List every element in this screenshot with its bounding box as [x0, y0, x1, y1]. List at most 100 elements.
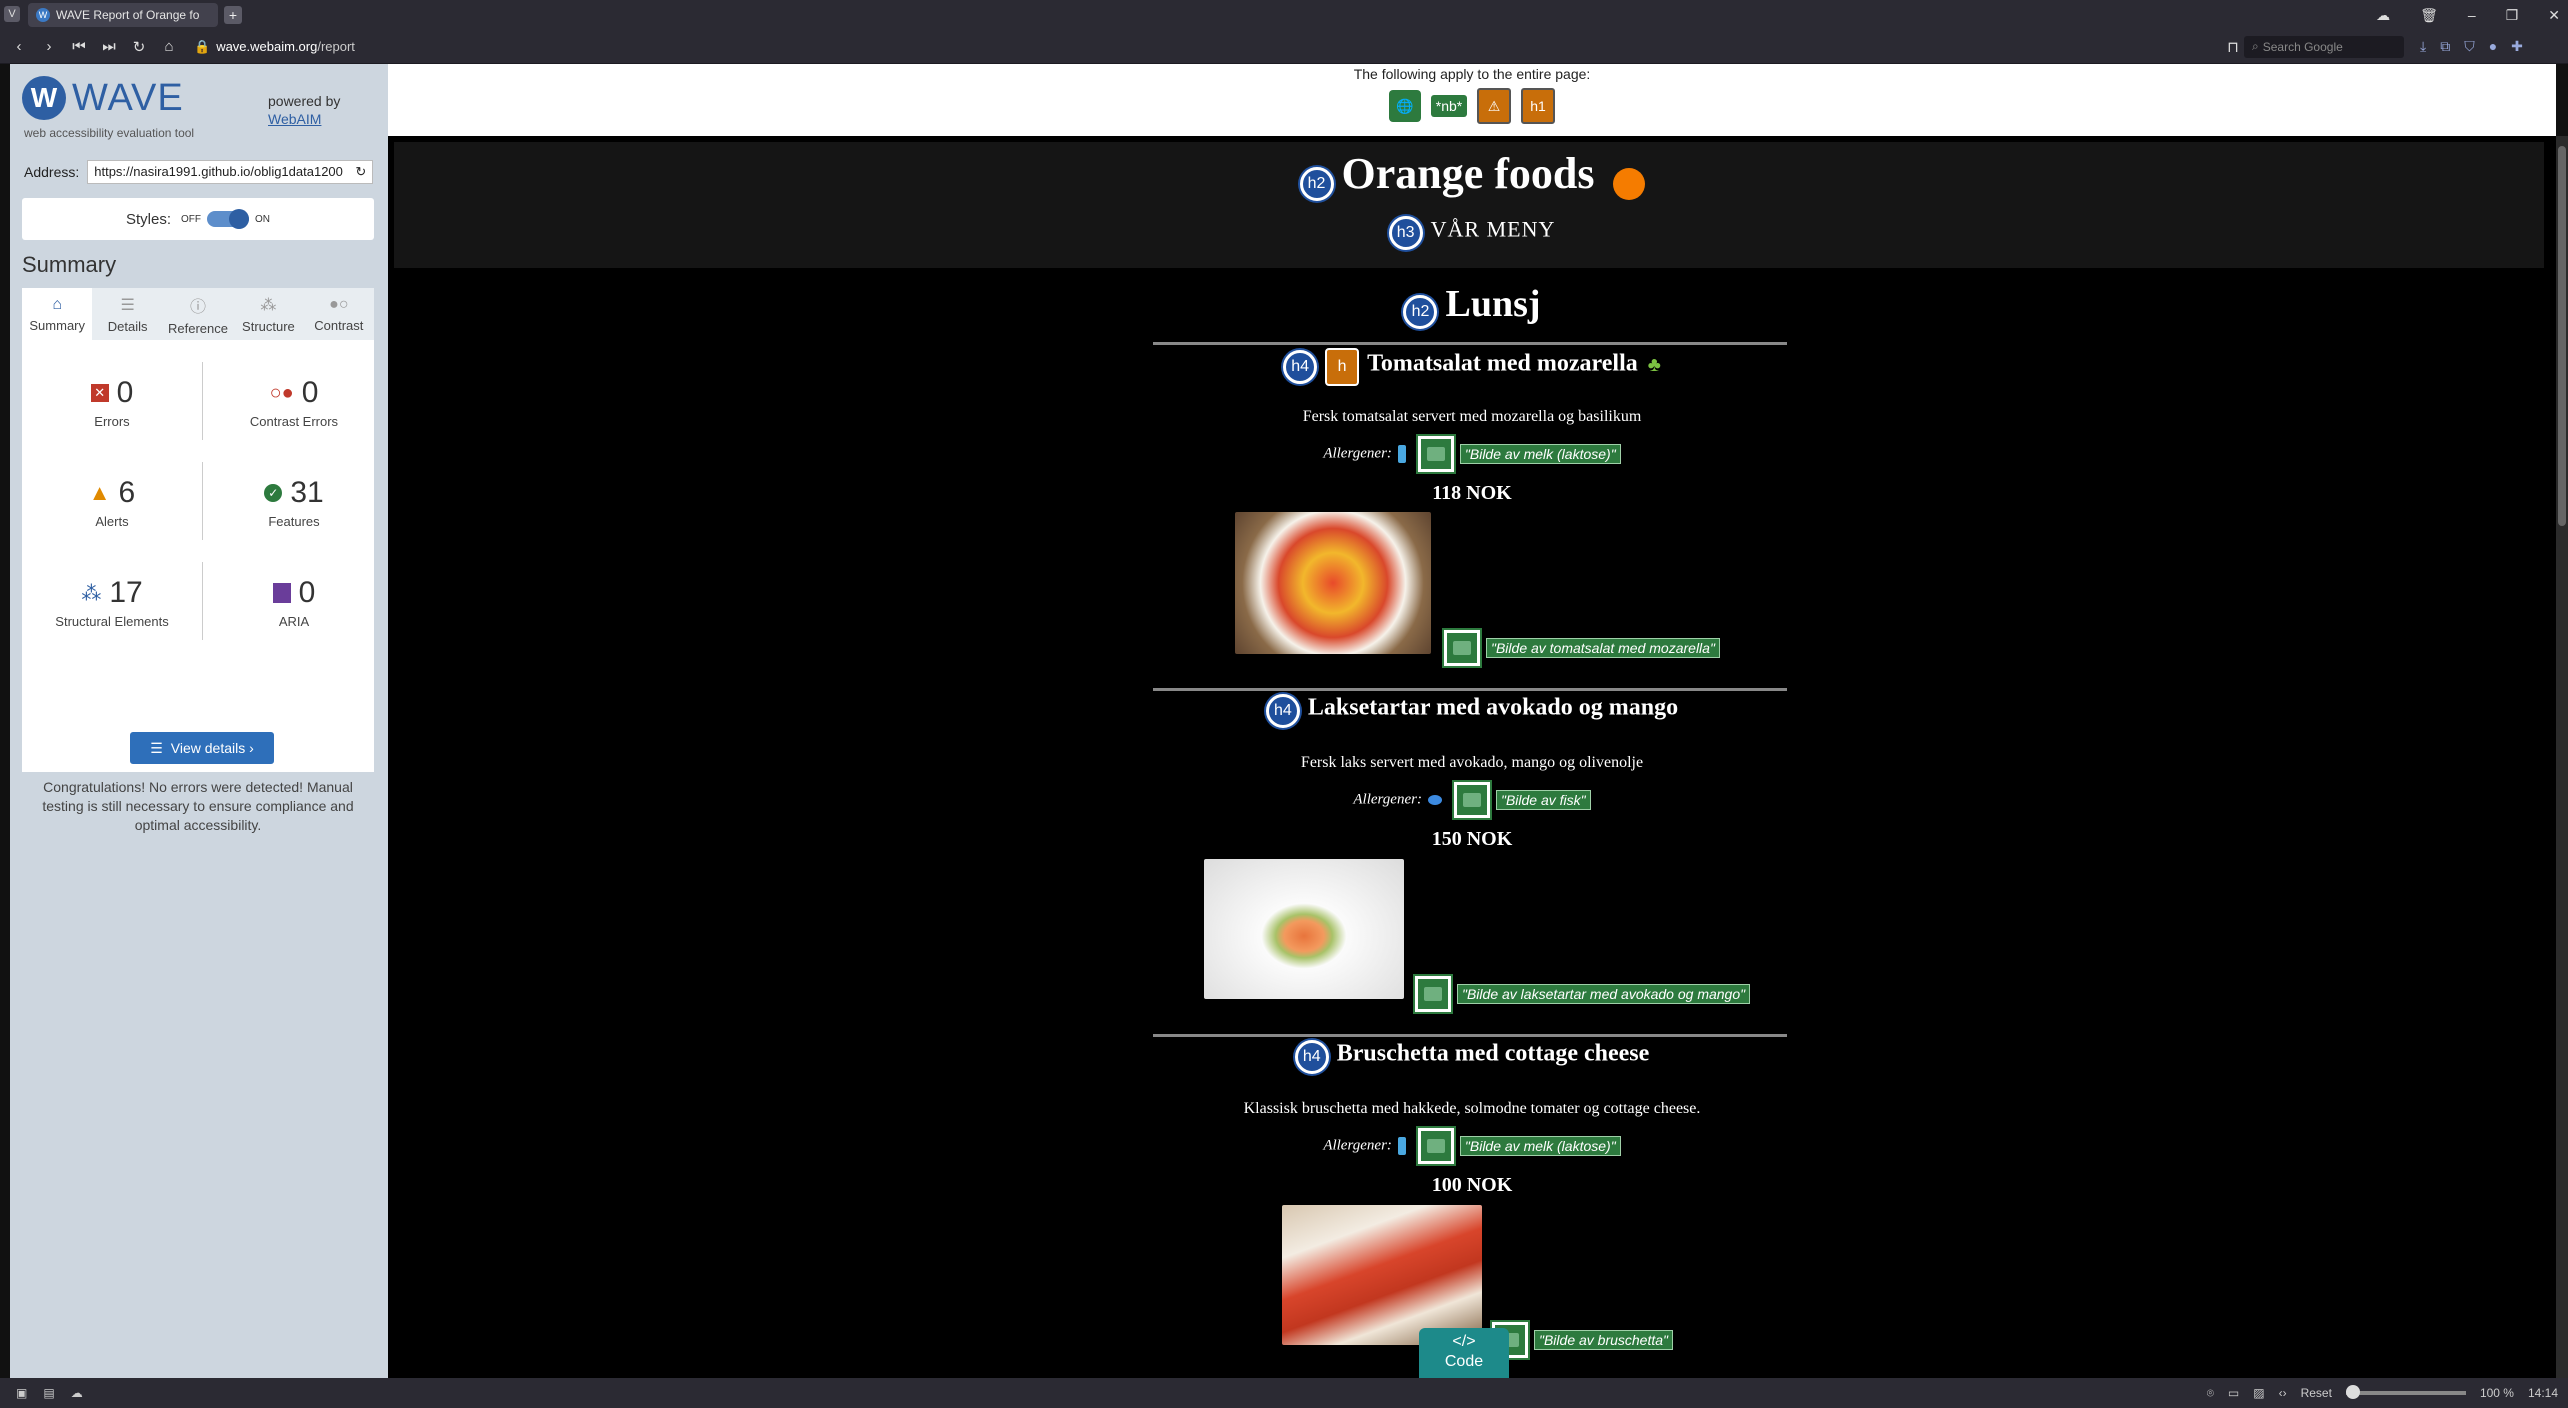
code-button[interactable]: </> Code	[1419, 1328, 1509, 1378]
address-label: Address:	[24, 164, 80, 180]
page-alert-icon[interactable]: ⚠	[1477, 88, 1511, 124]
first-icon[interactable]: ⏮	[68, 38, 90, 55]
refresh-icon[interactable]: ↻	[355, 164, 366, 180]
tab-details[interactable]: ☰ Details	[92, 288, 162, 340]
url-bar[interactable]: 🔒 wave.webaim.org/report	[194, 39, 2214, 55]
allergen-label: Allergener:	[1353, 791, 1422, 808]
stat-alerts: ▲ 6 Alerts	[32, 476, 192, 529]
menu-item-desc: Fersk laks servert med avokado, mango og…	[1300, 754, 1644, 771]
image-feature-icon[interactable]	[1415, 976, 1451, 1012]
image-alt-row: "Bilde av laksetartar med avokado og man…	[1409, 976, 1751, 1012]
h2-badge[interactable]: h2	[1299, 167, 1334, 202]
extensions-icon[interactable]: ✚	[2511, 38, 2523, 55]
cloud-icon[interactable]: ☁	[2376, 7, 2390, 24]
back-icon[interactable]: ‹	[8, 38, 30, 55]
download-icon[interactable]: ⤓	[2420, 38, 2426, 55]
zoom-level: 100 %	[2479, 1386, 2514, 1400]
bookmark-icon[interactable]: ⊓	[2222, 38, 2244, 56]
language-feature-icon[interactable]: 🌐	[1389, 90, 1421, 122]
tiles-icon[interactable]: ▤	[43, 1386, 54, 1400]
stat-structural: ⁂ 17 Structural Elements	[32, 576, 192, 629]
heading-alert-icon[interactable]: h	[1325, 348, 1360, 386]
forward-icon[interactable]: ›	[38, 38, 60, 55]
trash-icon[interactable]: 🗑	[2420, 7, 2438, 24]
code-icon: </>	[1452, 1333, 1476, 1350]
applies-text: The following apply to the entire page:	[1353, 66, 1591, 82]
menu-item-price: 118 NOK	[1432, 482, 1512, 504]
page-scrollbar[interactable]	[2556, 136, 2568, 1378]
sync-cloud-icon[interactable]: ☁	[71, 1386, 83, 1400]
image-feature-icon[interactable]	[1444, 630, 1480, 666]
tab-summary[interactable]: ⌂ Summary	[22, 288, 93, 340]
stat-value: 17	[109, 576, 143, 609]
translate-icon[interactable]: ⧉	[2440, 38, 2450, 55]
search-icon: ⌕	[2252, 39, 2259, 53]
webaim-link[interactable]: WebAIM	[268, 111, 321, 127]
url-path: /report	[317, 39, 355, 54]
h4-badge[interactable]: h4	[1265, 694, 1300, 728]
allergen-label: Allergener:	[1323, 445, 1392, 462]
image-feature-icon[interactable]	[1453, 782, 1490, 818]
browser-menu-icon[interactable]: V	[4, 6, 20, 22]
image-feature-icon[interactable]	[1417, 1128, 1454, 1164]
h4-badge[interactable]: h4	[1294, 1040, 1329, 1074]
structure-icon: ⁂	[260, 296, 277, 314]
allergen-row: Allergener: "Bilde av fisk"	[388, 782, 2556, 818]
home-nav-icon[interactable]: ⌂	[158, 38, 180, 55]
browser-tab[interactable]: W WAVE Report of Orange fo	[28, 3, 218, 27]
section-heading: h2 Lunsj	[388, 282, 2556, 330]
section-heading-text: Lunsj	[1445, 283, 1541, 325]
wave-tabs: ⌂ Summary ☰ Details ⓘ Reference ⁂ Structure …	[22, 288, 374, 340]
code-toggle-icon[interactable]: ‹›	[2279, 1386, 2287, 1400]
zoom-slider[interactable]	[2345, 1385, 2466, 1399]
scrollbar-thumb[interactable]	[2558, 146, 2566, 526]
address-row: Address: https://nasira1991.github.io/ob…	[24, 160, 374, 184]
wave-logo-text: WAVE	[72, 76, 184, 119]
tab-structure[interactable]: ⁂ Structure	[233, 288, 303, 340]
styles-on-label: ON	[255, 213, 270, 225]
home-icon: ⌂	[52, 295, 63, 313]
ublock-icon[interactable]: ●	[2489, 38, 2497, 55]
camera-icon[interactable]: ⌾	[2207, 1386, 2214, 1401]
wave-logo[interactable]: W WAVE	[22, 76, 184, 120]
menu-item-price: 150 NOK	[1431, 828, 1513, 850]
tab-reference[interactable]: ⓘ Reference	[163, 288, 233, 340]
zoom-reset-button[interactable]: Reset	[2301, 1386, 2332, 1400]
page-title-text: Orange foods	[1341, 149, 1595, 198]
image-toggle-icon[interactable]: ▨	[2253, 1386, 2264, 1400]
wave-sidebar: W WAVE web accessibility evaluation tool…	[10, 64, 388, 1378]
close-window-button[interactable]: ✕	[2548, 7, 2560, 24]
window-icon[interactable]: ▭	[2228, 1386, 2239, 1400]
last-icon[interactable]: ⏭	[98, 38, 120, 55]
minimize-button[interactable]: –	[2468, 7, 2476, 23]
image-feature-icon[interactable]	[1417, 436, 1454, 472]
styles-toggle[interactable]: OFF ON	[181, 209, 270, 229]
h1-missing-alert[interactable]: h1	[1521, 88, 1555, 124]
stat-value: 0	[116, 376, 134, 409]
h3-badge[interactable]: h3	[1388, 216, 1423, 250]
menu-item-desc: Klassisk bruschetta med hakkede, solmodn…	[1243, 1100, 1701, 1117]
tab-contrast[interactable]: ●○ Contrast	[304, 288, 374, 340]
divider	[1153, 688, 1787, 691]
h2-badge[interactable]: h2	[1403, 295, 1438, 330]
info-icon: ⓘ	[190, 298, 207, 316]
nb-language-badge[interactable]: *nb*	[1431, 95, 1467, 117]
address-input[interactable]: https://nasira1991.github.io/oblig1data1…	[87, 160, 374, 184]
stat-label: Alerts	[95, 514, 129, 529]
contrast-icon: ●○	[329, 295, 349, 313]
feature-icon: ✓	[264, 484, 283, 502]
toggle-switch[interactable]	[207, 209, 249, 229]
reload-icon[interactable]: ↻	[128, 38, 150, 56]
h4-badge[interactable]: h4	[1283, 350, 1318, 384]
stat-label: Features	[268, 514, 320, 529]
shield-icon[interactable]: ⛉	[2464, 38, 2475, 55]
view-details-button[interactable]: ☰ View details ›	[130, 732, 274, 764]
powered-by-text: powered by	[268, 93, 341, 109]
new-tab-button[interactable]: +	[224, 6, 242, 24]
allergen-label: Allergener:	[1323, 1137, 1392, 1154]
panel-toggle-icon[interactable]: ▣	[16, 1386, 27, 1400]
address-value: https://nasira1991.github.io/oblig1data1…	[94, 164, 343, 179]
restore-button[interactable]: ❐	[2506, 7, 2519, 24]
search-input[interactable]: ⌕ Search Google	[2244, 35, 2404, 58]
error-icon: ✕	[90, 384, 109, 402]
